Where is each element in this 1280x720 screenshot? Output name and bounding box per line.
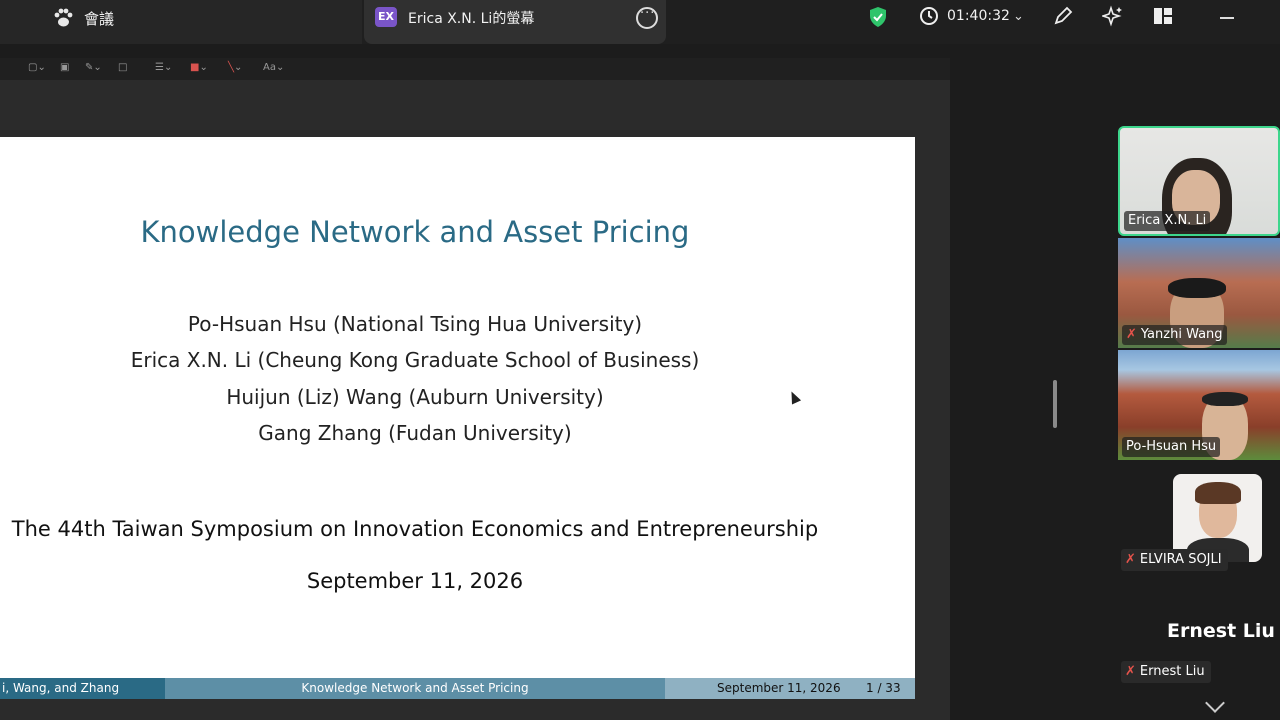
participant-name: Erica X.N. Li (1124, 211, 1211, 231)
footer-page-number: 1 / 33 (866, 681, 901, 695)
pdf-toolbar: ▢⌄ ▣ ✎⌄ □ ☰⌄ ■⌄ ╲⌄ Aa⌄ (0, 58, 950, 80)
chevron-down-icon[interactable]: ⌄ (1013, 9, 1024, 24)
footer-authors: i, Wang, and Zhang (0, 678, 165, 699)
video-tile[interactable]: Po-Hsuan Hsu (1118, 350, 1280, 460)
minimize-icon[interactable] (1220, 17, 1234, 19)
line-weight-icon[interactable]: ☰⌄ (155, 62, 172, 76)
chevron-down-icon[interactable] (1205, 693, 1225, 713)
annotate-pen-icon[interactable] (1052, 5, 1074, 27)
window-icon[interactable]: □ (118, 62, 127, 76)
author-line: Po-Hsuan Hsu (National Tsing Hua Univers… (187, 312, 643, 336)
participant-name: ✗ Ernest Liu (1121, 661, 1211, 683)
conference-name: The 44th Taiwan Symposium on Innovation … (11, 517, 819, 541)
sparkle-icon[interactable] (1102, 5, 1124, 27)
avatar-hair (1195, 482, 1241, 504)
mic-muted-icon: ✗ (1125, 552, 1136, 567)
participant-name: ✗ ELVIRA SOJLI (1121, 549, 1228, 571)
border-color-icon[interactable]: ■⌄ (190, 62, 208, 76)
slide-title: Knowledge Network and Asset Pricing (140, 215, 690, 249)
title-bar: 會議 EX Erica X.N. Li的螢幕 01:40:32 ⌄ (0, 0, 1280, 44)
layout-grid-icon[interactable] (1152, 5, 1174, 27)
clock-icon (920, 7, 938, 25)
participant-display-name: Ernest Liu (1167, 620, 1275, 642)
meeting-tab-label: 會議 (84, 10, 115, 28)
participant-name: ✗ Yanzhi Wang (1122, 325, 1227, 345)
shape-tool-icon[interactable]: ▢⌄ (28, 62, 46, 76)
author-line: Erica X.N. Li (Cheung Kong Graduate Scho… (130, 348, 700, 372)
author-line: Gang Zhang (Fudan University) (258, 421, 572, 445)
fill-color-icon[interactable]: ╲⌄ (228, 62, 242, 76)
paw-icon (54, 8, 73, 27)
panel-resize-handle[interactable] (1053, 380, 1057, 428)
slide-date: September 11, 2026 (306, 569, 524, 593)
video-tile-active-speaker[interactable]: Erica X.N. Li (1118, 126, 1280, 236)
presentation-slide: Knowledge Network and Asset Pricing Po-H… (0, 137, 915, 699)
footer-date: September 11, 2026 (717, 681, 841, 695)
shield-check-icon[interactable] (868, 6, 888, 28)
font-icon[interactable]: Aa⌄ (263, 62, 284, 76)
mic-muted-icon: ✗ (1125, 664, 1136, 679)
mic-muted-icon: ✗ (1126, 327, 1137, 342)
video-tile[interactable]: ✗ Yanzhi Wang (1118, 238, 1280, 348)
tab-screen-share[interactable]: EX Erica X.N. Li的螢幕 (364, 0, 666, 44)
slide-footer: i, Wang, and Zhang Knowledge Network and… (0, 678, 915, 699)
presenter-badge: EX (375, 7, 397, 27)
footer-meta: September 11, 2026 1 / 33 (665, 678, 915, 699)
author-line: Huijun (Liz) Wang (Auburn University) (226, 385, 604, 409)
signature-icon[interactable]: ✎⌄ (85, 62, 102, 76)
participant-hair (1202, 392, 1248, 406)
text-box-icon[interactable]: ▣ (60, 62, 69, 76)
more-options-icon[interactable] (636, 6, 658, 29)
meeting-timer: 01:40:32 (947, 8, 1010, 24)
footer-title: Knowledge Network and Asset Pricing (165, 678, 665, 699)
tab-meeting[interactable]: 會議 (0, 0, 362, 44)
participant-hair (1168, 278, 1226, 298)
participant-name: Po-Hsuan Hsu (1122, 437, 1221, 457)
share-tab-label: Erica X.N. Li的螢幕 (408, 11, 535, 27)
